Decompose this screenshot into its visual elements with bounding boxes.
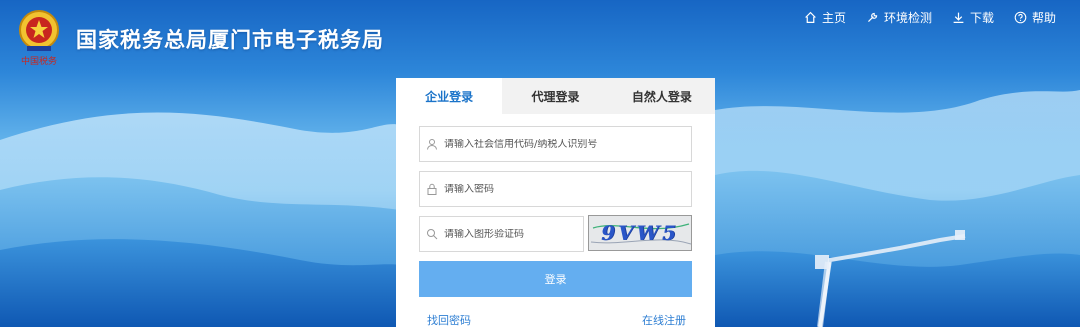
username-field <box>419 126 692 162</box>
tab-agent-login[interactable]: 代理登录 <box>502 78 608 114</box>
emblem-caption: 中国税务 <box>21 55 57 67</box>
captcha-text: 9VW5 <box>601 221 679 245</box>
nav-env-check[interactable]: 环境检测 <box>866 9 932 26</box>
nav-download[interactable]: 下载 <box>952 9 994 26</box>
tab-enterprise-login[interactable]: 企业登录 <box>396 78 503 114</box>
captcha-input[interactable] <box>444 228 583 240</box>
lock-icon <box>427 183 437 195</box>
password-field <box>419 171 692 207</box>
site-header: 中国税务 国家税务总局厦门市电子税务局 主页 环境检测 下载 帮助 <box>0 0 1080 78</box>
nav-help[interactable]: 帮助 <box>1014 9 1056 26</box>
download-icon <box>953 12 964 23</box>
nav-download-label: 下载 <box>969 11 994 25</box>
password-input[interactable] <box>444 183 691 195</box>
home-icon <box>805 11 816 23</box>
site-title: 国家税务总局厦门市电子税务局 <box>76 28 384 52</box>
captcha-image[interactable]: 9VW5 <box>588 215 692 251</box>
tab-individual-login[interactable]: 自然人登录 <box>609 78 715 114</box>
login-panel: 企业登录 代理登录 自然人登录 9VW5 登录 找回密码 在线注册 <box>396 78 715 327</box>
nav-help-label: 帮助 <box>1031 11 1056 25</box>
user-icon <box>427 139 437 150</box>
wrench-icon <box>867 12 878 22</box>
top-nav: 主页 环境检测 下载 帮助 <box>804 9 1056 26</box>
nav-env-check-label: 环境检测 <box>883 11 932 25</box>
nav-home-label: 主页 <box>821 11 846 25</box>
login-tabs: 企业登录 代理登录 自然人登录 <box>396 78 715 114</box>
username-input[interactable] <box>444 138 691 150</box>
forgot-password-link[interactable]: 找回密码 <box>427 312 471 327</box>
nav-home[interactable]: 主页 <box>804 9 846 26</box>
help-icon <box>1014 11 1027 24</box>
login-button[interactable]: 登录 <box>419 261 692 297</box>
tax-emblem-logo[interactable]: 中国税务 <box>13 8 65 68</box>
captcha-field <box>419 216 584 252</box>
register-link[interactable]: 在线注册 <box>642 312 686 327</box>
search-icon <box>427 229 438 240</box>
